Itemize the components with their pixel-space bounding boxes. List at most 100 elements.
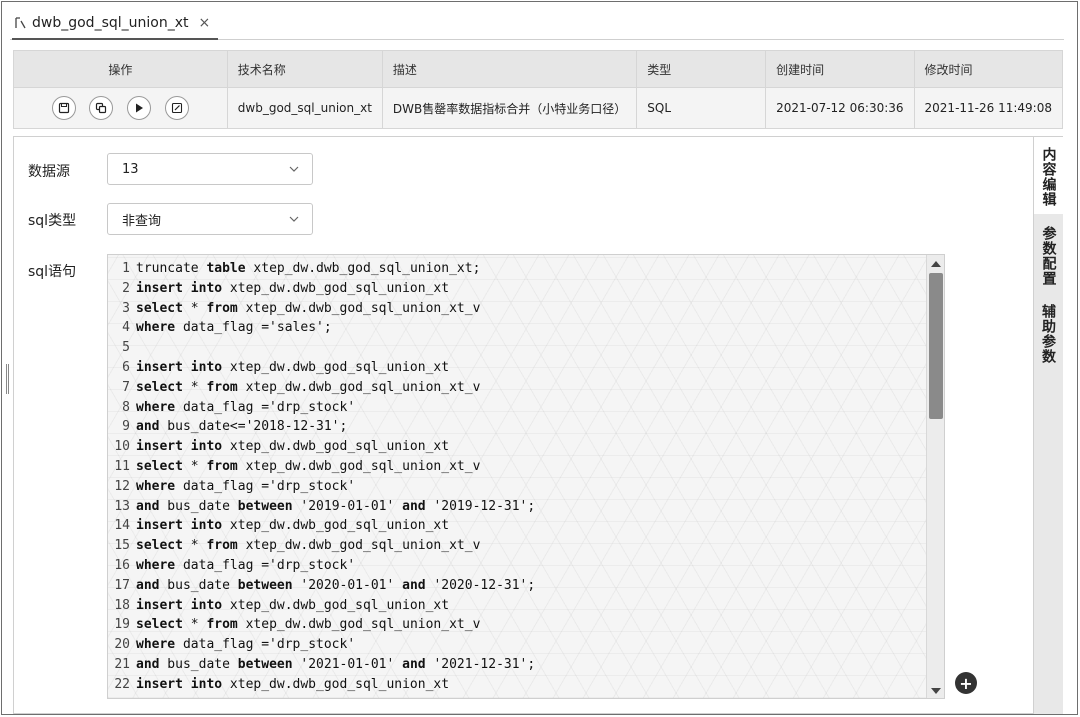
line-number: 14 [114,518,130,534]
code-text: insert into xtep_dw.dwb_god_sql_union_xt [136,359,450,375]
sql-file-icon [15,17,26,29]
line-number: 7 [122,379,130,395]
header-modified: 修改时间 [913,50,1064,88]
code-line: 5 [108,338,924,358]
header-created: 创建时间 [765,50,915,88]
code-line: 2 insert into xtep_dw.dwb_god_sql_union_x… [108,279,924,299]
line-number: 3 [122,300,130,316]
chevron-down-icon [289,216,299,222]
line-number: 8 [122,399,130,415]
table-row: dwb_god_sql_union_xt DWB售罄率数据指标合并（小特业务口径… [13,87,1064,129]
line-number: 6 [122,359,130,375]
code-line: 1 truncate table xtep_dw.dwb_god_sql_unio… [108,259,924,279]
code-line: 4 where data_flag ='sales'; [108,318,924,338]
code-text: where data_flag ='drp_stock' [136,478,356,494]
code-text: select * from xtep_dw.dwb_god_sql_union_… [136,379,481,395]
line-number: 20 [114,637,130,653]
run-icon [136,103,144,113]
code-line: 21 and bus_date between '2021-01-01' and … [108,655,924,675]
tab-content-edit[interactable]: 内容编辑 [1033,136,1063,214]
code-text: select * from xtep_dw.dwb_god_sql_union_… [136,617,481,633]
tab-aux-params-label: 辅助参数 [1040,304,1056,364]
code-line: 9 and bus_date<='2018-12-31'; [108,417,924,437]
line-number: 17 [114,577,130,593]
code-text: insert into xtep_dw.dwb_god_sql_union_xt [136,439,450,455]
tab-dwb-god-sql-union-xt[interactable]: dwb_god_sql_union_xt × [12,8,219,40]
line-number: 4 [122,320,130,336]
scroll-down-arrow-icon[interactable] [931,688,941,694]
type-cell: SQL [636,87,767,129]
code-line: 3 select * from xtep_dw.dwb_god_sql_union… [108,299,924,319]
code-line: 12 where data_flag ='drp_stock' [108,477,924,497]
code-text: insert into xtep_dw.dwb_god_sql_union_xt [136,280,450,296]
tab-aux-params[interactable]: 辅助参数 [1033,304,1063,384]
line-number: 5 [122,340,130,356]
code-text: and bus_date between '2021-01-01' and '2… [136,656,536,672]
line-number: 16 [114,557,130,573]
tab-param-config-label: 参数配置 [1040,226,1057,286]
datasource-label: 数据源 [28,164,70,180]
code-text: insert into xtep_dw.dwb_god_sql_union_xt [136,597,450,613]
save-icon [58,102,69,114]
created-cell: 2021-07-12 06:30:36 [765,87,915,129]
resize-handle[interactable] [6,364,9,394]
datasource-select[interactable]: 13 [107,153,313,185]
sql-statement-label: sql语句 [28,264,77,280]
tech-name-cell: dwb_god_sql_union_xt [226,87,383,129]
sqltype-value: 非查询 [122,213,162,229]
tab-content-edit-label: 内容编辑 [1040,147,1057,207]
edit-button[interactable] [165,96,190,120]
line-number: 21 [114,656,130,672]
header-type: 类型 [636,50,767,88]
modified-cell: 2021-11-26 11:49:08 [913,87,1064,129]
sql-code-editor[interactable]: 1 truncate table xtep_dw.dwb_god_sql_unio… [107,254,945,699]
copy-button[interactable] [89,96,114,120]
add-button[interactable]: + [955,672,977,694]
run-button[interactable] [127,96,152,120]
table-header-row: 操作 技术名称 描述 类型 创建时间 修改时间 [13,50,1064,88]
line-number: 18 [114,597,130,613]
header-actions: 操作 [13,50,228,88]
code-line: 13 and bus_date between '2019-01-01' and … [108,497,924,517]
line-number: 12 [114,478,130,494]
line-number: 11 [114,458,130,474]
code-line: 10 insert into xtep_dw.dwb_god_sql_union_… [108,437,924,457]
code-text: insert into xtep_dw.dwb_god_sql_union_xt [136,676,450,692]
code-text: where data_flag ='sales'; [136,320,332,336]
tab-bar: dwb_god_sql_union_xt × [10,8,1064,40]
header-description: 描述 [381,50,638,88]
code-line: 7 select * from xtep_dw.dwb_god_sql_union… [108,378,924,398]
scrollbar-thumb[interactable] [929,273,943,419]
code-text: where data_flag ='drp_stock' [136,637,356,653]
code-text: select * from xtep_dw.dwb_god_sql_union_… [136,458,481,474]
code-line: 17 and bus_date between '2020-01-01' and … [108,576,924,596]
sqltype-label: sql类型 [28,213,77,229]
header-tech-name: 技术名称 [226,50,383,88]
code-line: 11 select * from xtep_dw.dwb_god_sql_unio… [108,457,924,477]
code-text: select * from xtep_dw.dwb_god_sql_union_… [136,538,481,554]
actions-cell [13,87,228,129]
code-text: and bus_date between '2019-01-01' and '2… [136,498,536,514]
scroll-up-arrow-icon[interactable] [931,261,941,267]
code-text: where data_flag ='drp_stock' [136,399,356,415]
code-text: and bus_date<='2018-12-31'; [136,419,348,435]
line-number: 13 [114,498,130,514]
edit-icon [172,102,183,114]
plus-icon: + [959,673,973,693]
line-number: 19 [114,617,130,633]
tab-close-icon[interactable]: × [198,15,210,31]
line-number: 22 [114,676,130,692]
code-line: 8 where data_flag ='drp_stock' [108,398,924,418]
code-text: and bus_date between '2020-01-01' and '2… [136,577,536,593]
description-cell: DWB售罄率数据指标合并（小特业务口径） [381,87,638,129]
editor-scrollbar[interactable] [926,255,944,698]
code-text: where data_flag ='drp_stock' [136,557,356,573]
save-button[interactable] [51,96,76,120]
code-text: truncate table xtep_dw.dwb_god_sql_union… [136,261,481,276]
code-line: 14 insert into xtep_dw.dwb_god_sql_union_… [108,516,924,536]
sqltype-select[interactable]: 非查询 [107,203,313,235]
tab-param-config[interactable]: 参数配置 [1033,214,1063,714]
code-line: 18 insert into xtep_dw.dwb_god_sql_union_… [108,596,924,616]
tab-label: dwb_god_sql_union_xt [32,15,189,31]
code-content[interactable]: 1 truncate table xtep_dw.dwb_god_sql_unio… [108,259,924,695]
